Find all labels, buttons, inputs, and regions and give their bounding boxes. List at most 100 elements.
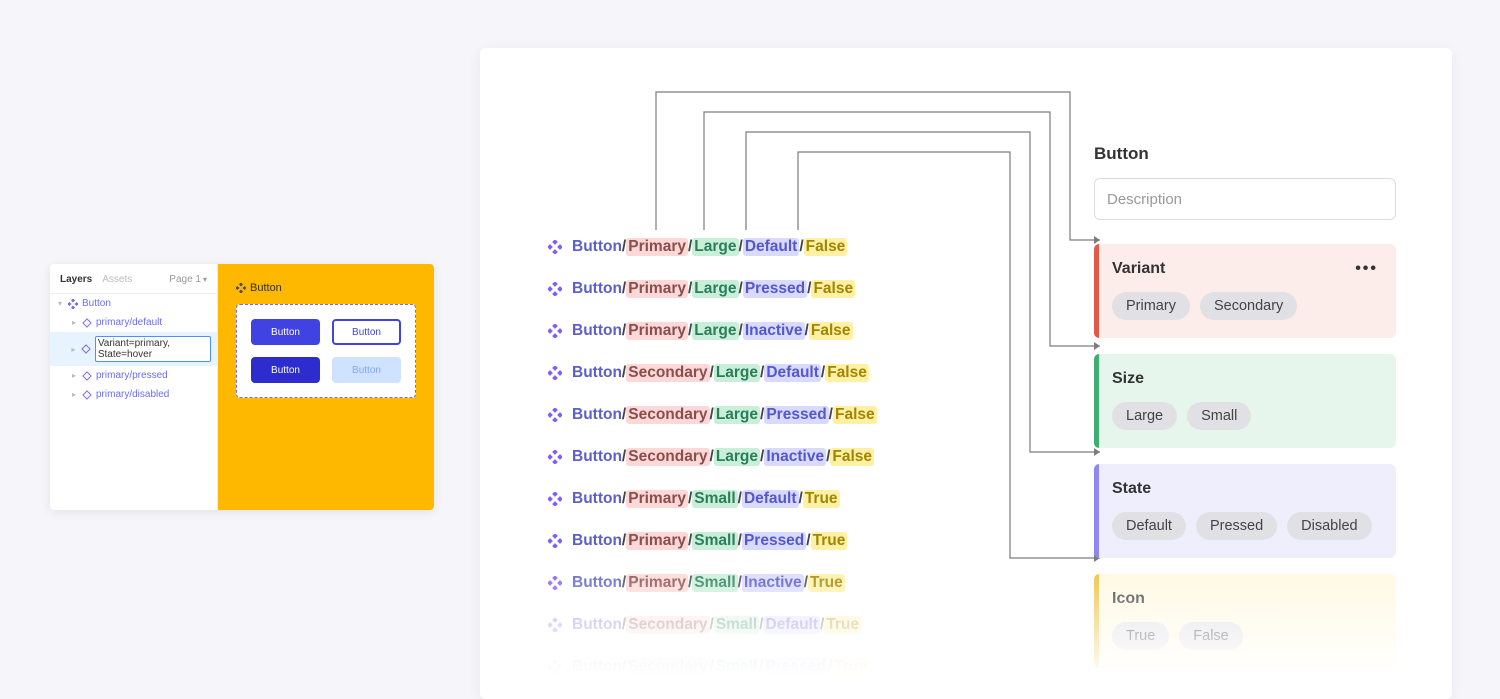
sample-button-primary-default[interactable]: Button bbox=[251, 319, 320, 345]
segment-size: Large bbox=[714, 364, 760, 382]
segment-variant: Primary bbox=[626, 238, 688, 256]
variant-row[interactable]: Button/Secondary/Large/Inactive/False bbox=[548, 448, 968, 466]
variant-row[interactable]: Button/Primary/Small/Pressed/True bbox=[548, 532, 968, 550]
variant-row[interactable]: Button/Secondary/Small/Default/True bbox=[548, 616, 968, 634]
variant-icon bbox=[82, 371, 92, 381]
layer-child[interactable]: ▸ primary/disabled bbox=[50, 385, 217, 404]
segment-base: Button bbox=[572, 658, 622, 676]
segment-state: Inactive bbox=[743, 322, 805, 340]
sample-button-primary-disabled[interactable]: Button bbox=[332, 357, 401, 383]
variant-path-text: Button/Primary/Small/Inactive/True bbox=[572, 574, 845, 592]
segment-icon: True bbox=[824, 616, 861, 634]
variant-icon bbox=[82, 390, 92, 400]
card-accent-stripe bbox=[1094, 244, 1099, 338]
segment-base: Button bbox=[572, 322, 622, 340]
chevron-down-icon: ▾ bbox=[203, 275, 207, 284]
component-variant-frame[interactable]: Button Button Button Button bbox=[236, 304, 416, 398]
chip-size-small[interactable]: Small bbox=[1187, 402, 1251, 430]
variant-path-text: Button/Primary/Large/Pressed/False bbox=[572, 280, 855, 298]
segment-size: Small bbox=[692, 574, 737, 592]
layer-root-button[interactable]: ▾ Button bbox=[50, 294, 217, 313]
variant-path-text: Button/Primary/Large/Default/False bbox=[572, 238, 847, 256]
component-icon bbox=[236, 283, 246, 293]
tab-assets[interactable]: Assets bbox=[102, 274, 132, 285]
component-icon bbox=[548, 450, 562, 464]
variant-row[interactable]: Button/Secondary/Large/Pressed/False bbox=[548, 406, 968, 424]
segment-icon: True bbox=[811, 532, 848, 550]
variant-row[interactable]: Button/Secondary/Large/Default/False bbox=[548, 364, 968, 382]
segment-base: Button bbox=[572, 364, 622, 382]
segment-icon: False bbox=[809, 322, 853, 340]
component-icon bbox=[548, 366, 562, 380]
tab-layers[interactable]: Layers bbox=[60, 274, 92, 285]
component-title: Button bbox=[1094, 144, 1396, 164]
component-icon bbox=[548, 324, 562, 338]
segment-icon: False bbox=[825, 364, 869, 382]
variant-icon bbox=[81, 344, 91, 354]
sample-button-primary-pressed[interactable]: Button bbox=[251, 357, 320, 383]
variant-row[interactable]: Button/Secondary/Small/Pressed/True bbox=[548, 658, 968, 676]
page-selector[interactable]: Page 1 ▾ bbox=[169, 274, 207, 285]
segment-variant: Primary bbox=[626, 574, 688, 592]
segment-size: Small bbox=[714, 658, 759, 676]
component-icon bbox=[548, 282, 562, 296]
segment-icon: True bbox=[803, 490, 840, 508]
variant-icon bbox=[82, 318, 92, 328]
property-title: Icon bbox=[1112, 590, 1145, 608]
canvas-area[interactable]: Button Button Button Button Button bbox=[218, 264, 434, 510]
variant-row[interactable]: Button/Primary/Small/Inactive/True bbox=[548, 574, 968, 592]
segment-size: Small bbox=[714, 616, 759, 634]
segment-state: Default bbox=[764, 364, 821, 382]
variant-path-text: Button/Primary/Small/Default/True bbox=[572, 490, 840, 508]
chip-state-disabled[interactable]: Disabled bbox=[1287, 512, 1371, 540]
layer-child[interactable]: ▸ primary/default bbox=[50, 313, 217, 332]
segment-base: Button bbox=[572, 574, 622, 592]
variant-path-text: Button/Secondary/Large/Inactive/False bbox=[572, 448, 874, 466]
variant-row[interactable]: Button/Primary/Large/Pressed/False bbox=[548, 280, 968, 298]
segment-variant: Primary bbox=[626, 490, 688, 508]
segment-base: Button bbox=[572, 532, 622, 550]
expand-caret-icon: ▸ bbox=[70, 318, 78, 327]
chip-icon-false[interactable]: False bbox=[1179, 622, 1242, 650]
property-title: Size bbox=[1112, 370, 1144, 388]
segment-size: Large bbox=[714, 448, 760, 466]
segment-variant: Secondary bbox=[626, 658, 709, 676]
sample-button-primary-hover[interactable]: Button bbox=[332, 319, 401, 345]
chip-icon-true[interactable]: True bbox=[1112, 622, 1169, 650]
segment-size: Large bbox=[692, 322, 738, 340]
component-icon bbox=[548, 576, 562, 590]
layer-name-editing[interactable]: Variant=primary, State=hover bbox=[95, 336, 211, 362]
layer-child-selected[interactable]: ▸ Variant=primary, State=hover bbox=[50, 332, 217, 366]
segment-base: Button bbox=[572, 406, 622, 424]
segment-variant: Primary bbox=[626, 532, 688, 550]
segment-size: Small bbox=[692, 490, 737, 508]
description-input[interactable]: Description bbox=[1094, 178, 1396, 220]
segment-state: Pressed bbox=[764, 406, 828, 424]
variant-path-text: Button/Secondary/Small/Default/True bbox=[572, 616, 861, 634]
variant-row[interactable]: Button/Primary/Large/Default/False bbox=[548, 238, 968, 256]
layers-sidebar: Layers Assets Page 1 ▾ ▾ Button ▸ primar… bbox=[50, 264, 218, 510]
segment-icon: False bbox=[830, 448, 874, 466]
figma-layers-mini-panel: Layers Assets Page 1 ▾ ▾ Button ▸ primar… bbox=[50, 264, 434, 510]
segment-state: Pressed bbox=[743, 280, 807, 298]
variant-path-text: Button/Secondary/Small/Pressed/True bbox=[572, 658, 869, 676]
expand-caret-icon: ▾ bbox=[56, 299, 64, 308]
segment-icon: True bbox=[832, 658, 869, 676]
card-accent-stripe bbox=[1094, 354, 1099, 448]
chip-variant-primary[interactable]: Primary bbox=[1112, 292, 1190, 320]
chip-state-pressed[interactable]: Pressed bbox=[1196, 512, 1277, 540]
chip-variant-secondary[interactable]: Secondary bbox=[1200, 292, 1297, 320]
variant-row[interactable]: Button/Primary/Small/Default/True bbox=[548, 490, 968, 508]
frame-title: Button bbox=[250, 282, 282, 294]
component-icon bbox=[548, 492, 562, 506]
chip-state-default[interactable]: Default bbox=[1112, 512, 1186, 540]
chip-size-large[interactable]: Large bbox=[1112, 402, 1177, 430]
variant-row[interactable]: Button/Primary/Large/Inactive/False bbox=[548, 322, 968, 340]
layer-name: primary/disabled bbox=[96, 389, 169, 400]
component-frame-label: Button bbox=[236, 282, 416, 294]
segment-state: Inactive bbox=[764, 448, 826, 466]
variant-path-text: Button/Secondary/Large/Default/False bbox=[572, 364, 869, 382]
more-options-icon[interactable]: ••• bbox=[1355, 260, 1378, 278]
expand-caret-icon: ▸ bbox=[70, 345, 77, 354]
layer-child[interactable]: ▸ primary/pressed bbox=[50, 366, 217, 385]
